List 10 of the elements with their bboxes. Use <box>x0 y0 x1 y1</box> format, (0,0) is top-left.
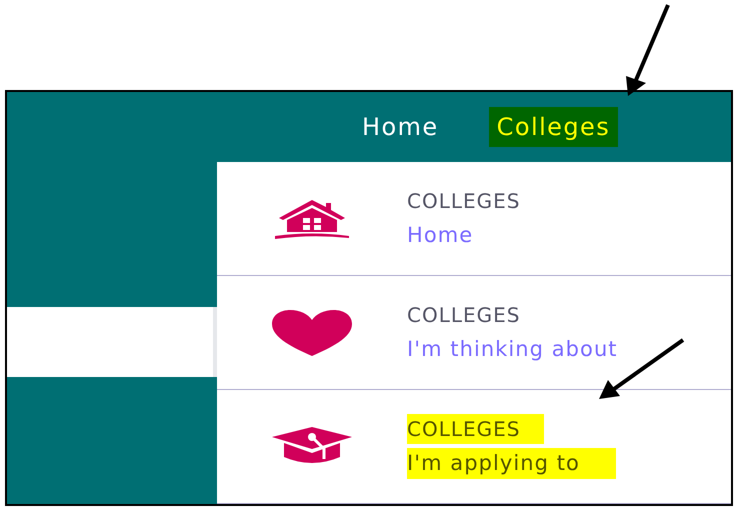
menu-item-heading: COLLEGES <box>407 414 544 444</box>
heart-icon <box>272 310 352 356</box>
nav-link[interactable]: Home <box>362 107 439 147</box>
menu-item-link[interactable]: Home <box>407 220 474 252</box>
menu-item-link[interactable]: I'm thinking about <box>407 334 618 366</box>
nav-link[interactable]: Colleges <box>488 107 618 147</box>
house-icon <box>273 198 351 240</box>
menu-item-link[interactable]: I'm applying to <box>407 448 616 480</box>
menu-item-heading: COLLEGES <box>407 302 520 329</box>
menu-item-heading: COLLEGES <box>407 188 520 215</box>
